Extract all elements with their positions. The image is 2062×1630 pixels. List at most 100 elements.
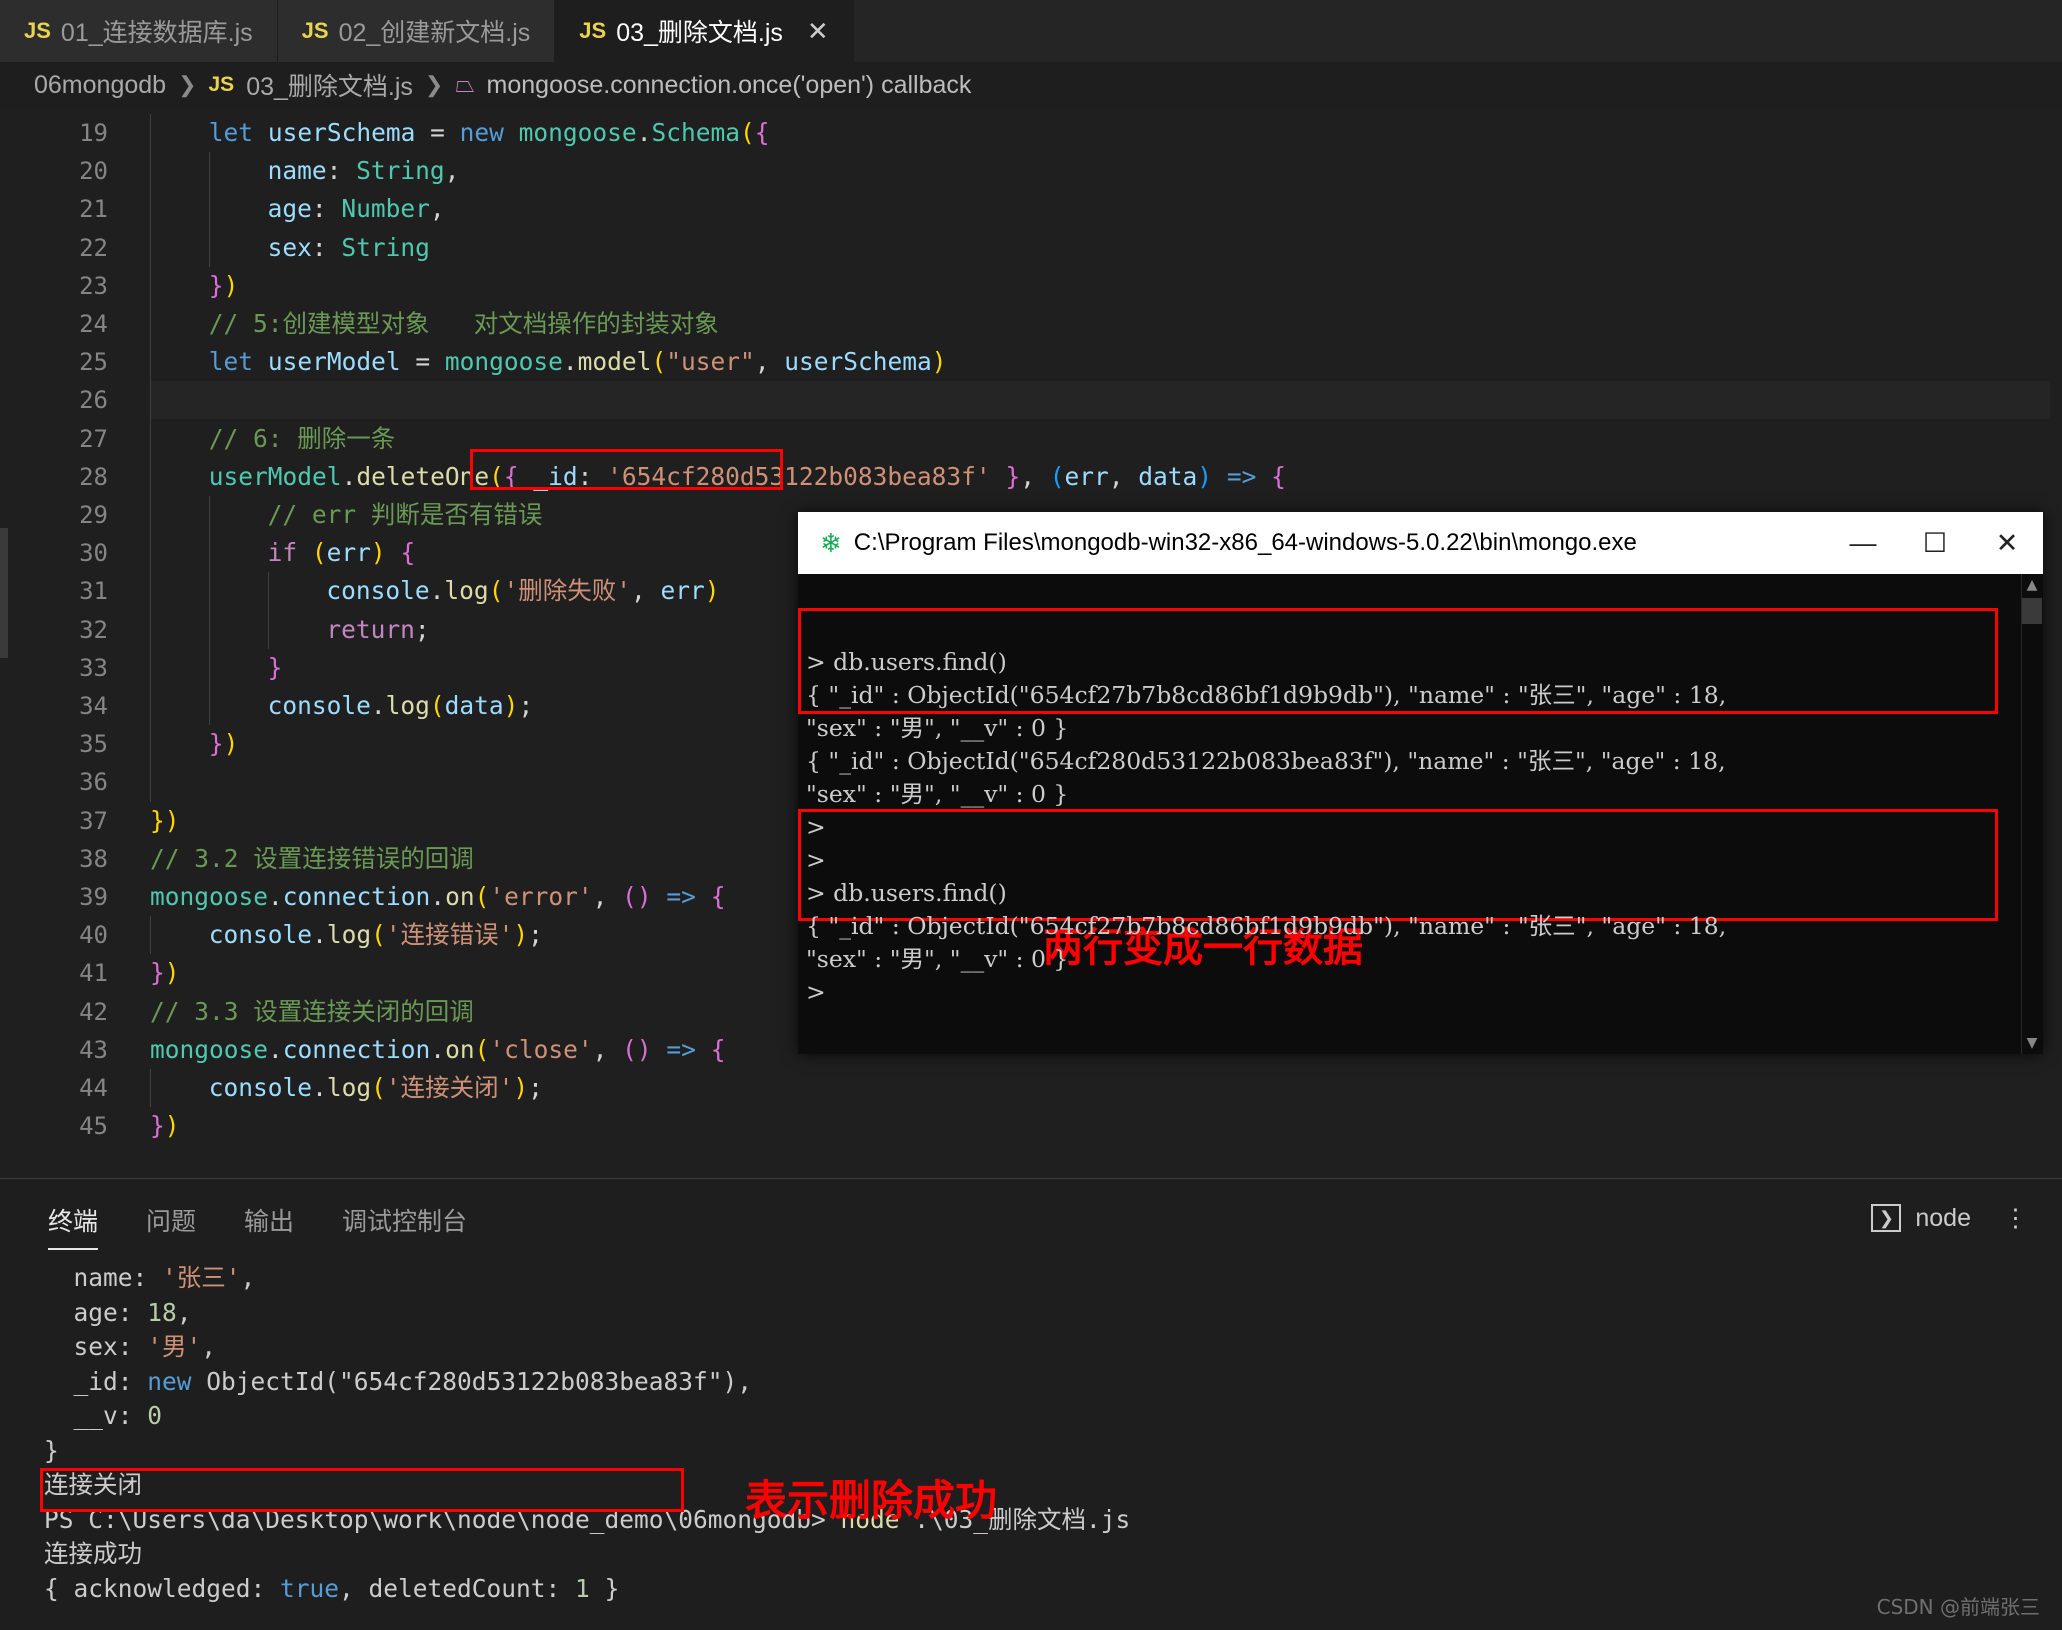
code-token: { [400,538,416,568]
code-line[interactable]: // 6: 删除一条 [209,420,396,458]
code-token: ) [513,1073,529,1102]
code-token: on [445,882,475,911]
code-token: . [562,347,578,377]
line-number: 26 [79,386,108,415]
code-token: ( [371,920,386,950]
code-line[interactable]: }) [150,1107,180,1145]
code-token: console [208,920,313,950]
code-line[interactable]: console.log('连接关闭'); [209,1069,543,1107]
code-token: => [666,1034,696,1064]
indent-guide [150,114,151,153]
code-token: ( [651,347,667,377]
code-token: , [1020,461,1050,491]
code-line[interactable]: name: String, [268,152,460,190]
code-token: 'error' [489,882,593,911]
code-line[interactable]: age: Number, [268,190,445,228]
code-token: ( [622,882,637,911]
code-line[interactable]: mongoose.connection.on('error', () => { [150,878,725,916]
terminal-line: age: 18, [44,1296,2042,1331]
indent-guide [150,190,151,229]
chevron-right-icon-2: ❯ [424,72,444,97]
code-line[interactable]: }) [209,267,239,305]
code-token: String [341,232,430,262]
panel-tab-list: 终端 问题 输出 调试控制台 [0,1179,2062,1251]
code-line[interactable]: }) [150,954,180,992]
editor-tab-3[interactable]: JS 03_删除文档.js ✕ [555,0,854,62]
breadcrumb-folder[interactable]: 06mongodb [34,71,166,100]
scroll-down-icon[interactable]: ▼ [2021,1032,2043,1054]
terminal-shell-label[interactable]: node [1915,1204,1971,1233]
mongo-console-output[interactable]: > db.users.find() { "_id" : ObjectId("654… [798,574,2043,1054]
panel-tab-1[interactable]: 终端 [48,1202,99,1250]
line-number: 41 [79,959,108,988]
code-token: connection [282,1034,431,1064]
editor-tab-2[interactable]: JS 02_创建新文档.js [277,0,556,62]
minimize-button[interactable]: — [1827,512,1899,574]
scroll-up-icon[interactable]: ▲ [2021,574,2043,596]
chevron-right-box-icon[interactable]: ❯ [1871,1204,1902,1232]
code-line[interactable]: let userModel = mongoose.model("user", u… [209,343,947,381]
code-token: ) [164,805,180,835]
console-line: > db.users.find() [806,879,1007,907]
code-line[interactable]: if (err) { [268,534,416,572]
maximize-button[interactable]: ☐ [1899,512,1971,574]
breadcrumb-file[interactable]: 03_删除文档.js [246,67,413,103]
terminal-output[interactable]: name: '张三', age: 18, sex: '男', _id: new … [44,1261,2042,1630]
code-token: sex [267,232,312,262]
breadcrumb-symbol[interactable]: mongoose.connection.once('open') callbac… [487,71,972,100]
delete-success-annotation: 表示删除成功 [745,1476,998,1525]
terminal-token: age: [44,1297,148,1327]
code-line[interactable]: console.log('删除失败', err) [326,572,719,610]
line-number: 27 [79,424,108,453]
panel-tab-2[interactable]: 问题 [146,1202,196,1250]
code-token: ; [528,920,543,950]
close-button[interactable]: ✕ [1971,512,2043,574]
code-line[interactable]: userModel.deleteOne({ _id: '654cf280d531… [209,458,1286,496]
code-line[interactable]: // 3.2 设置连接错误的回调 [150,840,474,878]
line-number: 25 [79,348,108,377]
code-token: , [592,1034,623,1064]
code-token: , [754,347,785,377]
code-token: 'close' [489,1034,593,1064]
terminal-line: sex: '男', [44,1330,2042,1365]
panel-tab-3[interactable]: 输出 [244,1202,294,1250]
line-number: 22 [79,233,108,262]
code-token: } [267,652,283,682]
code-token: console [326,576,430,606]
code-token: ) [513,920,529,950]
code-line[interactable]: }) [150,802,180,840]
code-token: err [660,576,705,606]
panel-more-icon[interactable]: ⋮ [2003,1203,2028,1233]
mongo-console-window[interactable]: ❄ C:\Program Files\mongodb-win32-x86_64-… [798,512,2043,1054]
code-token: mongoose [150,882,269,911]
code-token: // err 判断是否有错误 [267,500,543,529]
terminal-token: name: [44,1263,163,1292]
scrollbar-thumb[interactable] [2022,598,2042,624]
terminal-token: 连接关闭 [44,1470,142,1499]
code-line[interactable]: // 5:创建模型对象 对文档操作的封装对象 [209,305,719,343]
code-line[interactable]: console.log('连接错误'); [209,916,543,954]
code-line[interactable]: return; [326,611,429,649]
indent-guide [208,648,210,687]
code-token: ) [704,576,720,606]
panel-tab-4[interactable]: 调试控制台 [342,1202,467,1250]
code-token: Schema [651,118,740,147]
code-line[interactable]: // 3.3 设置连接关闭的回调 [150,993,474,1031]
code-token: ) [223,729,239,759]
code-line[interactable]: let userSchema = new mongoose.Schema({ [209,114,770,152]
code-line[interactable]: } [268,649,283,687]
editor-tab-1[interactable]: JS 01_连接数据库.js [0,0,278,62]
code-line[interactable]: mongoose.connection.on('close', () => { [150,1031,725,1069]
code-line[interactable]: // err 判断是否有错误 [268,496,543,534]
code-line[interactable]: }) [209,725,239,763]
cube-icon: ⏢ [455,71,475,98]
code-line[interactable]: sex: String [268,229,430,267]
js-file-icon: JS [208,73,235,96]
indent-guide [150,725,151,764]
code-line[interactable]: console.log(data); [268,687,534,725]
close-icon[interactable]: ✕ [807,18,829,44]
mongo-console-titlebar[interactable]: ❄ C:\Program Files\mongodb-win32-x86_64-… [798,512,2043,574]
code-token: ( [489,461,504,491]
